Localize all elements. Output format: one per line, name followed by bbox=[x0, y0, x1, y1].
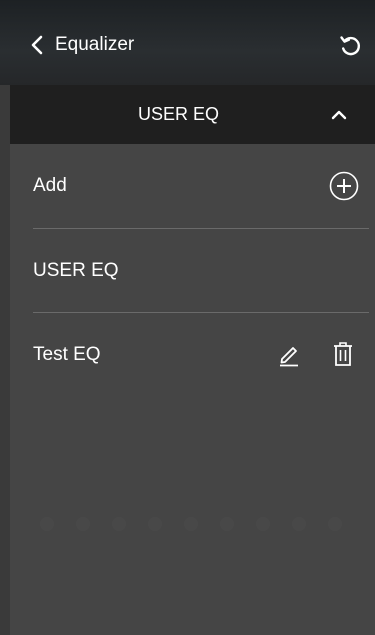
list-item-label: USER EQ bbox=[33, 260, 119, 281]
eq-preset-dropdown[interactable]: USER EQ bbox=[10, 85, 375, 144]
trash-icon bbox=[334, 342, 352, 366]
list-item-add[interactable]: Add bbox=[10, 144, 375, 228]
edit-preset-button[interactable] bbox=[278, 343, 300, 367]
list-item-label: Test EQ bbox=[33, 344, 101, 365]
page-title: Equalizer bbox=[55, 34, 135, 55]
edit-icon bbox=[280, 347, 298, 367]
reset-button[interactable] bbox=[338, 33, 362, 57]
add-preset-button[interactable] bbox=[329, 171, 359, 201]
delete-preset-button[interactable] bbox=[333, 341, 353, 367]
chevron-left-icon bbox=[31, 35, 43, 55]
selected-preset-label: USER EQ bbox=[137, 104, 220, 124]
back-button[interactable] bbox=[28, 34, 48, 56]
list-item-user-eq[interactable]: USER EQ bbox=[10, 229, 375, 313]
list-item-test-eq[interactable]: Test EQ bbox=[10, 313, 375, 397]
collapse-dropdown-button[interactable] bbox=[328, 105, 350, 125]
chevron-up-icon bbox=[331, 110, 347, 120]
preset-list: Add USER EQ Test EQ bbox=[10, 144, 375, 635]
equalizer-screen: Equalizer USER EQ Add USER EQ Test EQ bbox=[0, 0, 375, 635]
header-bar: Equalizer bbox=[0, 0, 375, 85]
add-circle-icon bbox=[329, 171, 359, 201]
list-item-label: Add bbox=[33, 175, 67, 196]
reset-icon bbox=[340, 36, 361, 56]
